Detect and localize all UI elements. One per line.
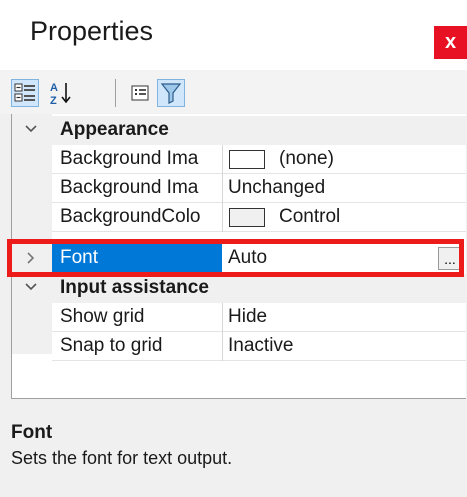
column-divider — [222, 174, 223, 203]
category-appearance[interactable]: Appearance — [12, 116, 466, 145]
title-bar: Properties x — [0, 0, 467, 70]
property-row-snap-to-grid[interactable]: Snap to grid Inactive — [52, 332, 466, 361]
property-pages-button[interactable] — [126, 79, 154, 107]
filter-icon — [160, 83, 182, 104]
alphabetical-button[interactable]: A Z — [46, 79, 74, 107]
filter-button[interactable] — [157, 79, 185, 107]
svg-text:Z: Z — [50, 95, 57, 107]
properties-panel: Properties x A Z Appearance Background I… — [0, 0, 467, 497]
property-name: Snap to grid — [60, 335, 163, 356]
property-value[interactable]: (none) — [279, 148, 334, 170]
property-name: Background Ima — [60, 148, 199, 169]
description-title: Font — [11, 422, 53, 443]
chevron-down-icon[interactable] — [24, 122, 38, 136]
column-divider — [222, 303, 223, 332]
category-label: Appearance — [60, 119, 169, 140]
property-value[interactable]: Control — [279, 206, 340, 228]
close-icon[interactable]: x — [434, 26, 467, 59]
property-name: Background Ima — [60, 177, 199, 198]
grid-bottom-border — [12, 398, 466, 399]
description-pane: Font Sets the font for text output. — [0, 408, 467, 497]
property-value[interactable]: Inactive — [228, 335, 293, 357]
grid-gutter — [12, 114, 52, 354]
highlight-box — [7, 239, 464, 277]
property-name: Show grid — [60, 306, 145, 327]
property-row-background-image[interactable]: Background Ima (none) — [52, 145, 466, 174]
property-row-background-color[interactable]: BackgroundColo Control — [52, 203, 466, 232]
property-name: BackgroundColo — [60, 206, 201, 227]
property-row-background-image-layout[interactable]: Background Ima Unchanged — [52, 174, 466, 203]
close-button[interactable]: x — [434, 26, 467, 59]
property-value[interactable]: Unchanged — [228, 177, 325, 199]
column-divider — [222, 145, 223, 174]
toolbar-separator — [115, 79, 116, 107]
categorized-button[interactable] — [11, 79, 39, 107]
color-swatch — [229, 208, 265, 227]
property-value[interactable]: Hide — [228, 306, 267, 328]
image-swatch — [229, 150, 265, 169]
category-input-assistance[interactable]: Input assistance — [12, 274, 466, 303]
description-text: Sets the font for text output. — [11, 448, 233, 468]
categorized-icon — [14, 83, 35, 102]
column-divider — [222, 332, 223, 361]
category-label: Input assistance — [60, 277, 209, 298]
property-row-show-grid[interactable]: Show grid Hide — [52, 303, 466, 332]
svg-text:A: A — [50, 82, 58, 94]
chevron-down-icon[interactable] — [24, 280, 38, 294]
toolbar: A Z — [0, 70, 467, 114]
property-pages-icon — [131, 85, 149, 101]
window-title: Properties — [30, 16, 154, 46]
column-divider — [222, 203, 223, 232]
sort-az-icon: A Z — [50, 82, 71, 107]
